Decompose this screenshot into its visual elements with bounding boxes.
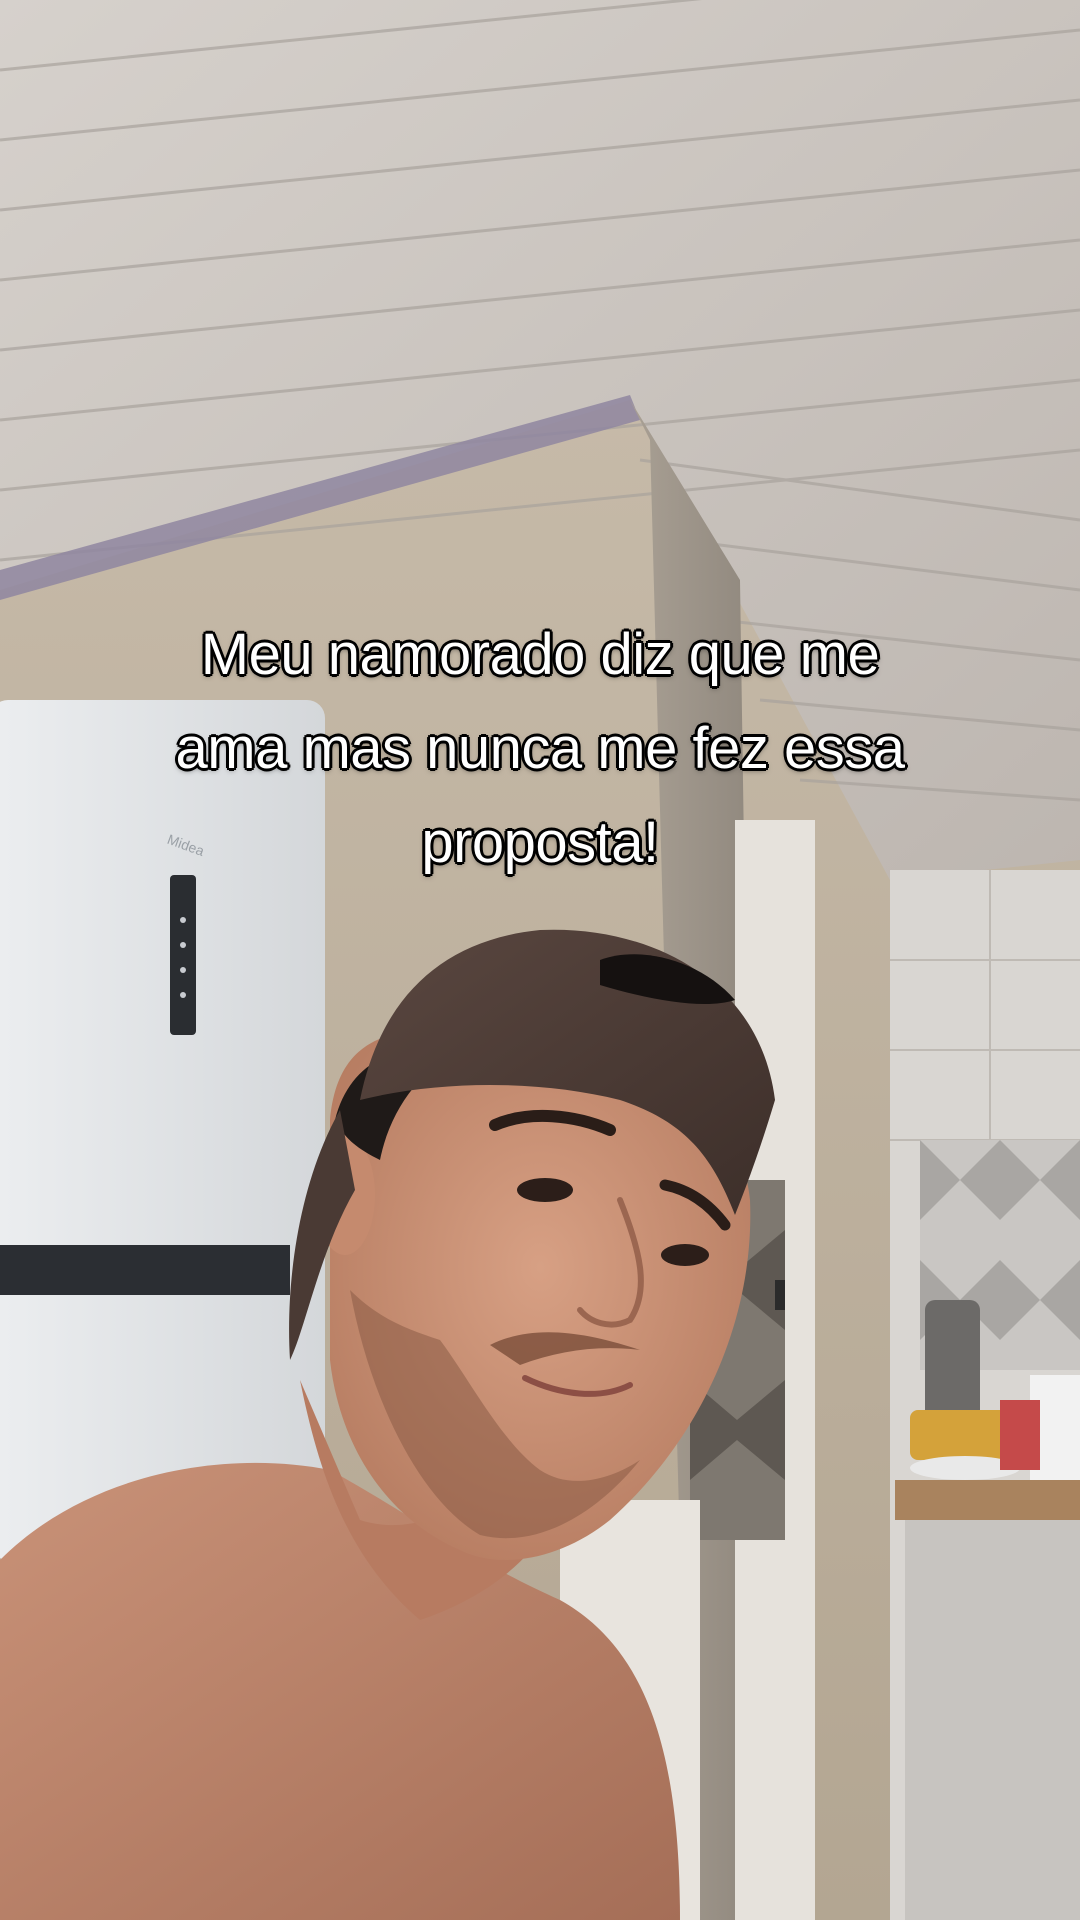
counter-cabinet	[905, 1520, 1080, 1920]
person-eye-right	[661, 1244, 709, 1266]
caption-line: Meu namorado diz que me	[200, 622, 880, 687]
caption-line: ama mas nunca me fez essa	[175, 716, 905, 781]
fridge-control-panel	[170, 875, 196, 1035]
video-frame: Midea Meu namorado diz que me ama mas nu…	[0, 0, 1080, 1920]
red-item	[1000, 1400, 1040, 1470]
person-eye-left	[517, 1178, 573, 1202]
door-hinge	[775, 1280, 785, 1310]
video-caption: Meu namorado diz que me ama mas nunca me…	[40, 608, 1040, 890]
selfie-photo: Midea	[0, 0, 1080, 1920]
blender	[925, 1300, 980, 1420]
caption-line: proposta!	[421, 810, 659, 875]
counter-shelf	[895, 1480, 1080, 1520]
fridge-divider	[0, 1245, 290, 1295]
